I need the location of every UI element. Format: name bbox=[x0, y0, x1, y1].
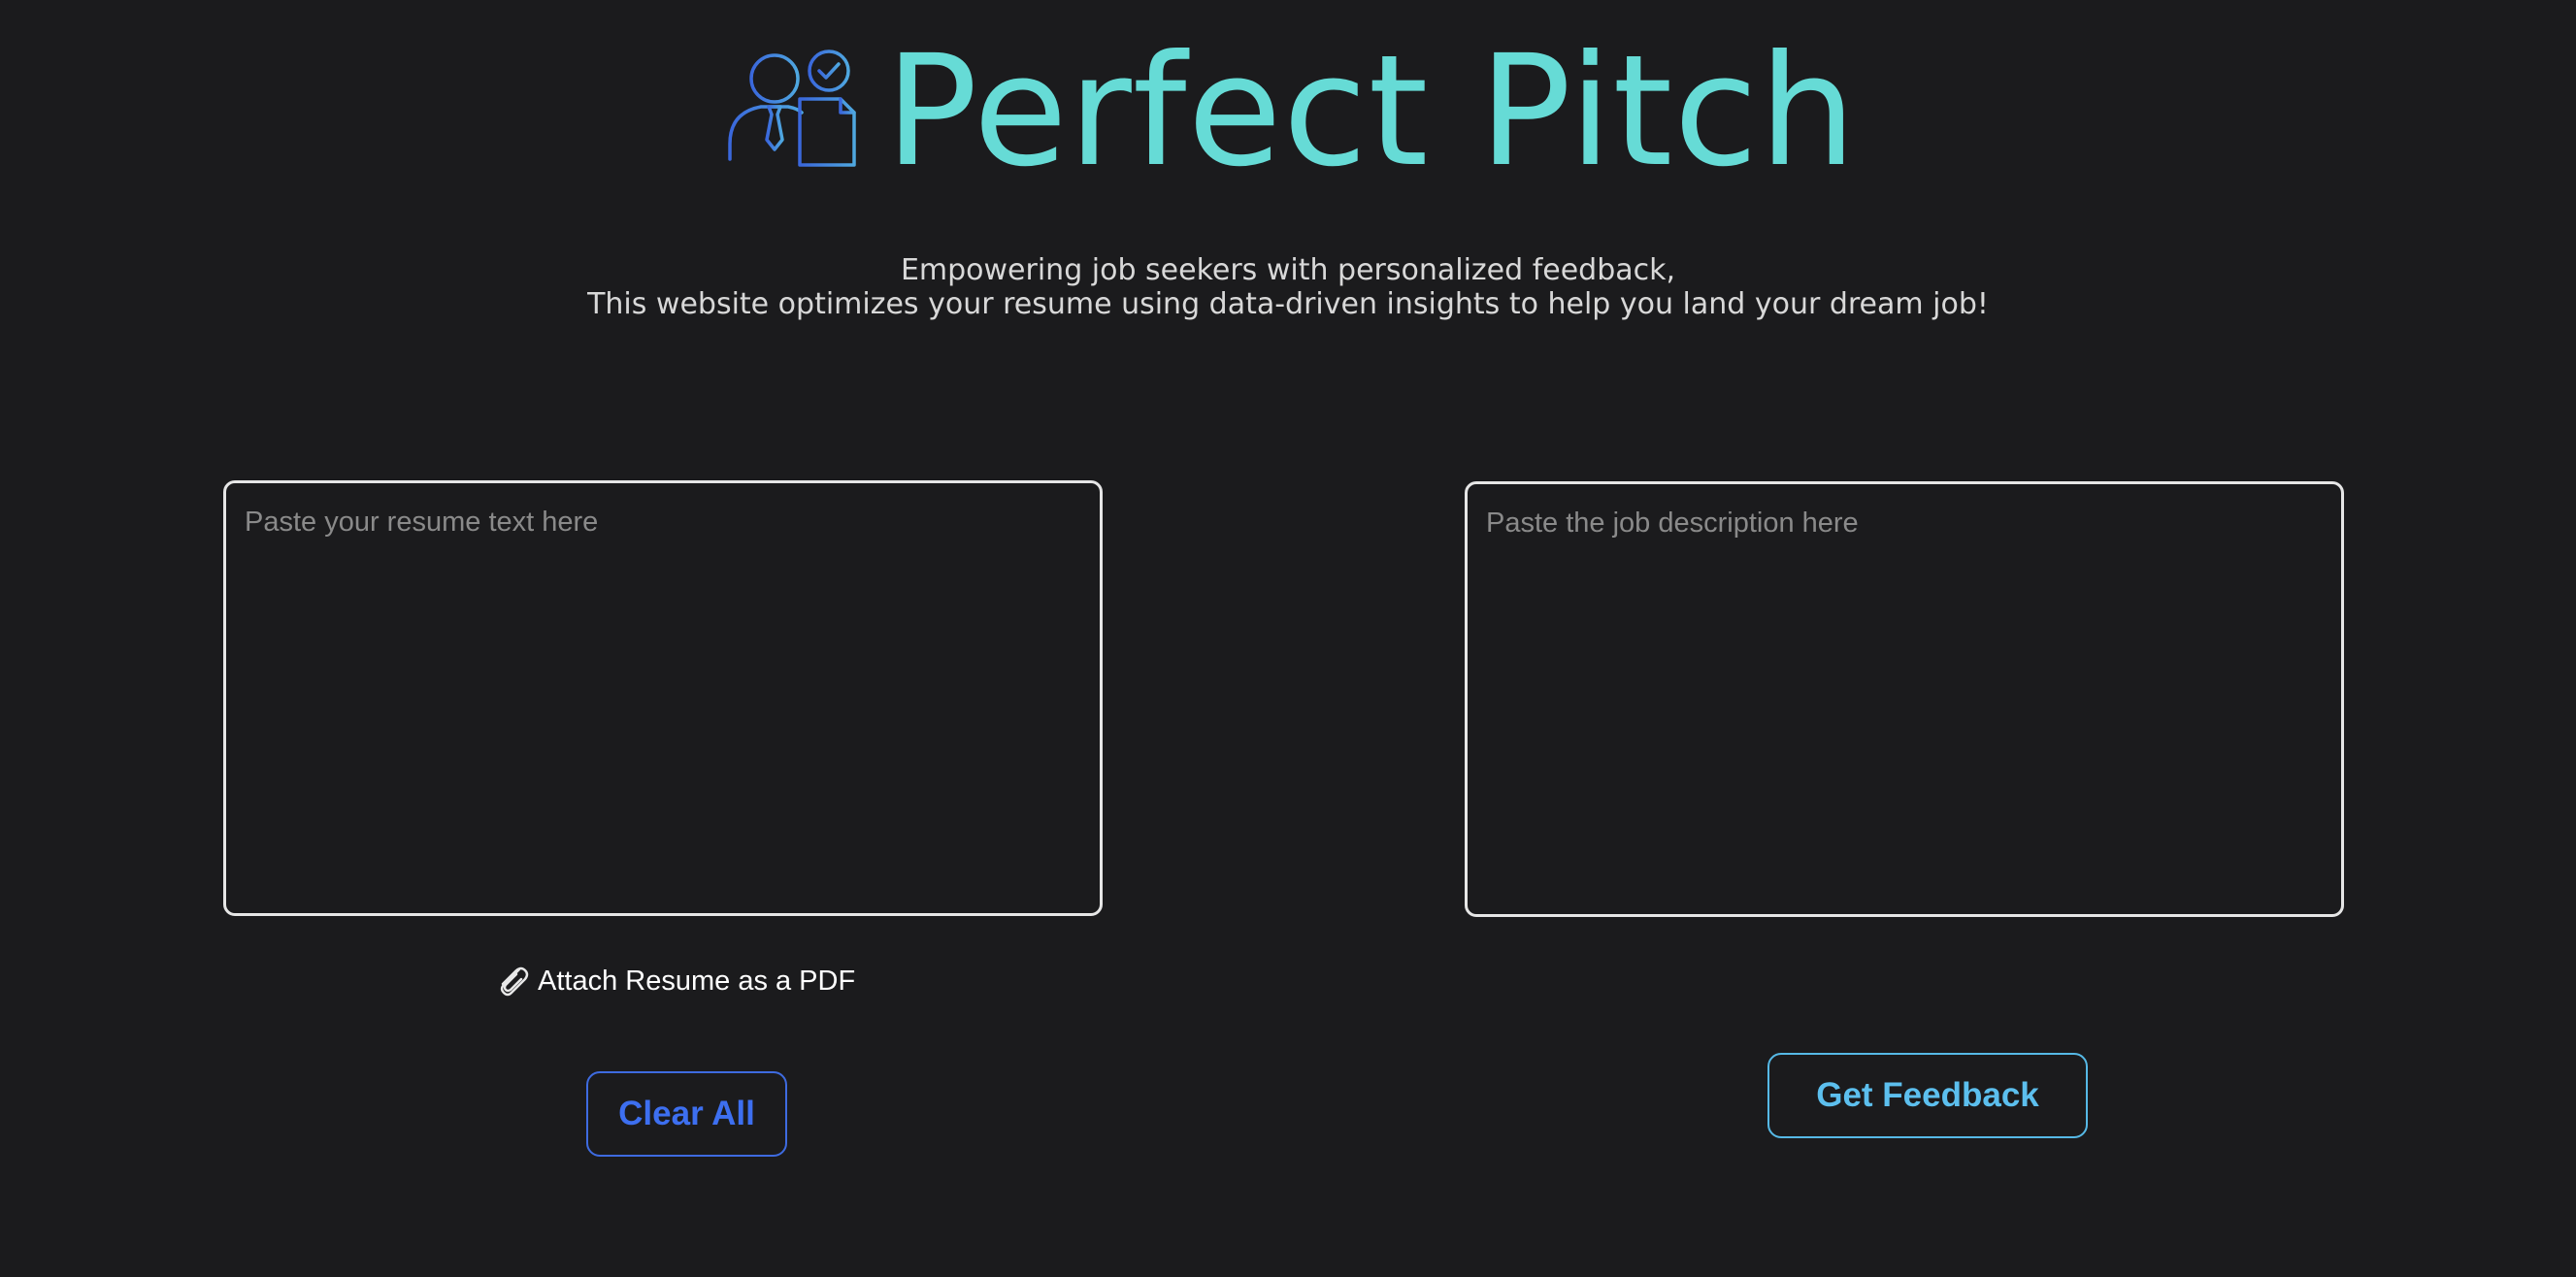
attach-resume-label: Attach Resume as a PDF bbox=[538, 965, 856, 997]
job-description-input[interactable] bbox=[1465, 481, 2344, 917]
get-feedback-button[interactable]: Get Feedback bbox=[1767, 1053, 2088, 1138]
person-resume-check-icon bbox=[728, 49, 856, 167]
resume-text-input[interactable] bbox=[223, 480, 1103, 916]
header: Perfect Pitch bbox=[0, 0, 2576, 213]
clear-all-button[interactable]: Clear All bbox=[586, 1071, 787, 1157]
tagline-line-2: This website optimizes your resume using… bbox=[587, 287, 1989, 321]
page-title: Perfect Pitch bbox=[885, 22, 1858, 201]
tagline-line-1: Empowering job seekers with personalized… bbox=[900, 253, 1676, 287]
paperclip-icon bbox=[500, 966, 529, 997]
attach-resume-pdf-link[interactable]: Attach Resume as a PDF bbox=[493, 961, 855, 1001]
